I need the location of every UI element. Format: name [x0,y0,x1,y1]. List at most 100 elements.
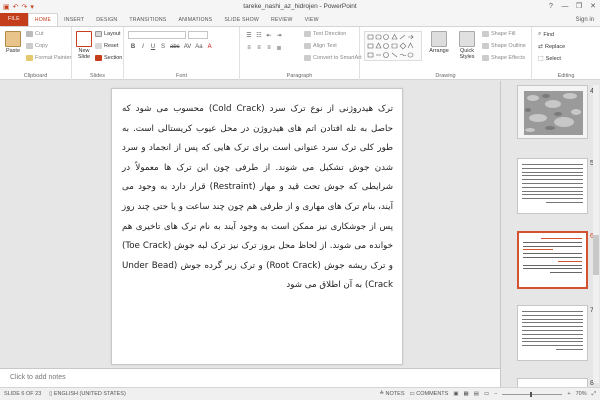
replace-button[interactable]: ⇄ Replace [538,43,565,51]
slide-thumbnail-5[interactable] [517,158,588,214]
tab-design[interactable]: DESIGN [90,14,123,26]
tab-animations[interactable]: ANIMATIONS [172,14,218,26]
align-left-icon[interactable]: ≡ [246,45,252,52]
align-center-icon[interactable]: ≡ [256,45,262,52]
convert-smartart-label: Convert to SmartArt [313,55,362,61]
slide-sorter-icon[interactable]: ▦ [464,391,469,397]
help-button[interactable]: ? [544,0,558,13]
reset-icon [95,43,102,49]
editing-group-label: Editing [557,73,575,79]
paste-button[interactable]: Paste [3,31,23,54]
rock-texture-image [518,86,587,138]
zoom-level[interactable]: 70% [576,391,587,397]
slide-thumbnail-6-selected[interactable] [517,231,588,289]
font-color-button[interactable]: A [207,44,213,50]
shapes-gallery[interactable] [364,31,422,61]
redo-icon[interactable]: ↷ [22,3,28,11]
zoom-slider[interactable] [502,391,563,397]
minimize-button[interactable]: — [558,0,572,13]
bold-button[interactable]: B [130,44,136,50]
tab-home[interactable]: HOME [27,13,59,26]
effects-icon [482,55,489,61]
customize-qat-icon[interactable]: ▾ [30,3,34,11]
paragraph-list-row: ☰ ☷ ⇤ ⇥ [246,32,282,39]
close-button[interactable]: ✕ [586,0,600,13]
editor-margin [0,81,12,368]
scrollbar-thumb[interactable] [593,235,599,275]
slide-thumbnail-7[interactable] [517,305,588,361]
find-button[interactable]: ⌕ Find [538,31,554,38]
shadow-button[interactable]: S [160,44,166,50]
slide-indicator: SLIDE 6 OF 23 [4,391,42,397]
slide-thumbnail-4[interactable] [517,85,588,139]
thumbnails-scrollbar[interactable] [593,85,599,383]
text-direction-button[interactable]: Text Direction [304,31,346,37]
paste-label: Paste [5,48,21,54]
scissors-icon [26,31,33,37]
align-text-icon [304,43,311,49]
slide-body-text[interactable]: ترک هیدروژنی از نوع ترک سرد (Cold Crack)… [122,100,393,356]
paste-icon [5,31,21,47]
justify-icon[interactable]: ≣ [276,45,282,52]
zoom-in-icon[interactable]: + [567,391,570,397]
normal-view-icon[interactable]: ▣ [453,391,458,397]
underline-button[interactable]: U [150,44,156,50]
language-indicator[interactable]: ▯ ENGLISH (UNITED STATES) [45,391,129,397]
comments-toggle[interactable]: ▭ COMMENTS [410,391,449,397]
notes-toggle[interactable]: ≙ NOTES [379,391,404,397]
shape-fill-button[interactable]: Shape Fill [482,31,515,37]
restore-button[interactable]: ❐ [572,0,586,13]
save-icon[interactable]: ▣ [3,3,10,11]
slides-group-label: Slides [90,73,105,79]
quick-styles-button[interactable]: Quick Styles [454,31,480,60]
shape-effects-button[interactable]: Shape Effects [482,55,525,61]
section-button[interactable]: Section [95,55,122,61]
select-button[interactable]: ⬚ Select [538,55,561,63]
font-group-label: Font [175,73,187,79]
bullets-icon[interactable]: ☰ [246,32,252,39]
window-title: tareke_nashi_az_hidrojen - PowerPoint [243,3,357,10]
tab-slide-show[interactable]: SLIDE SHOW [218,14,265,26]
tab-file[interactable]: FILE [0,13,28,26]
shape-outline-button[interactable]: Shape Outline [482,43,526,49]
layout-button[interactable]: Layout [95,31,121,37]
section-label: Section [104,55,123,61]
copy-button[interactable]: Copy [26,43,48,49]
sign-in-link[interactable]: Sign in [576,14,600,26]
reading-view-icon[interactable]: ▤ [474,391,479,397]
tab-review[interactable]: REVIEW [265,14,299,26]
decrease-indent-icon[interactable]: ⇤ [266,32,272,39]
font-size-box[interactable] [188,31,208,39]
convert-smartart-button[interactable]: Convert to SmartArt [304,55,362,61]
numbering-icon[interactable]: ☷ [256,32,262,39]
new-slide-label: New Slide [77,48,91,60]
change-case-button[interactable]: Aa [195,44,202,50]
tab-insert[interactable]: INSERT [58,14,90,26]
slideshow-icon[interactable]: ▭ [484,391,489,397]
arrange-button[interactable]: Arrange [426,31,452,54]
char-spacing-button[interactable]: AV [184,44,192,50]
increase-indent-icon[interactable]: ⇥ [276,32,282,39]
align-right-icon[interactable]: ≡ [266,45,272,52]
fit-to-window-icon[interactable]: ⤢ [592,391,596,398]
thumbnail-text-lines [523,238,582,282]
align-text-button[interactable]: Align Text [304,43,337,49]
notes-pane[interactable]: Click to add notes [0,368,500,387]
reset-button[interactable]: Reset [95,43,118,49]
slide-canvas[interactable]: ترک هیدروژنی از نوع ترک سرد (Cold Crack)… [111,88,403,365]
tab-view[interactable]: VIEW [299,14,325,26]
drawing-group-label: Drawing [435,73,456,79]
new-slide-button[interactable]: New Slide [74,31,94,60]
italic-button[interactable]: I [140,44,146,50]
paragraph-group-label: Paragraph [286,73,313,79]
zoom-slider-knob[interactable] [530,391,533,397]
zoom-out-icon[interactable]: − [494,391,497,397]
cut-button[interactable]: Cut [26,31,44,37]
title-bar: ▣ ↶ ↷ ▾ tareke_nashi_az_hidrojen - Power… [0,0,600,13]
format-painter-button[interactable]: Format Painter [26,55,71,61]
strikethrough-button[interactable]: abc [170,44,180,50]
undo-icon[interactable]: ↶ [13,3,19,11]
tab-transitions[interactable]: TRANSITIONS [123,14,172,26]
status-bar: SLIDE 6 OF 23 ▯ ENGLISH (UNITED STATES) … [0,387,600,400]
font-name-box[interactable] [128,31,186,39]
